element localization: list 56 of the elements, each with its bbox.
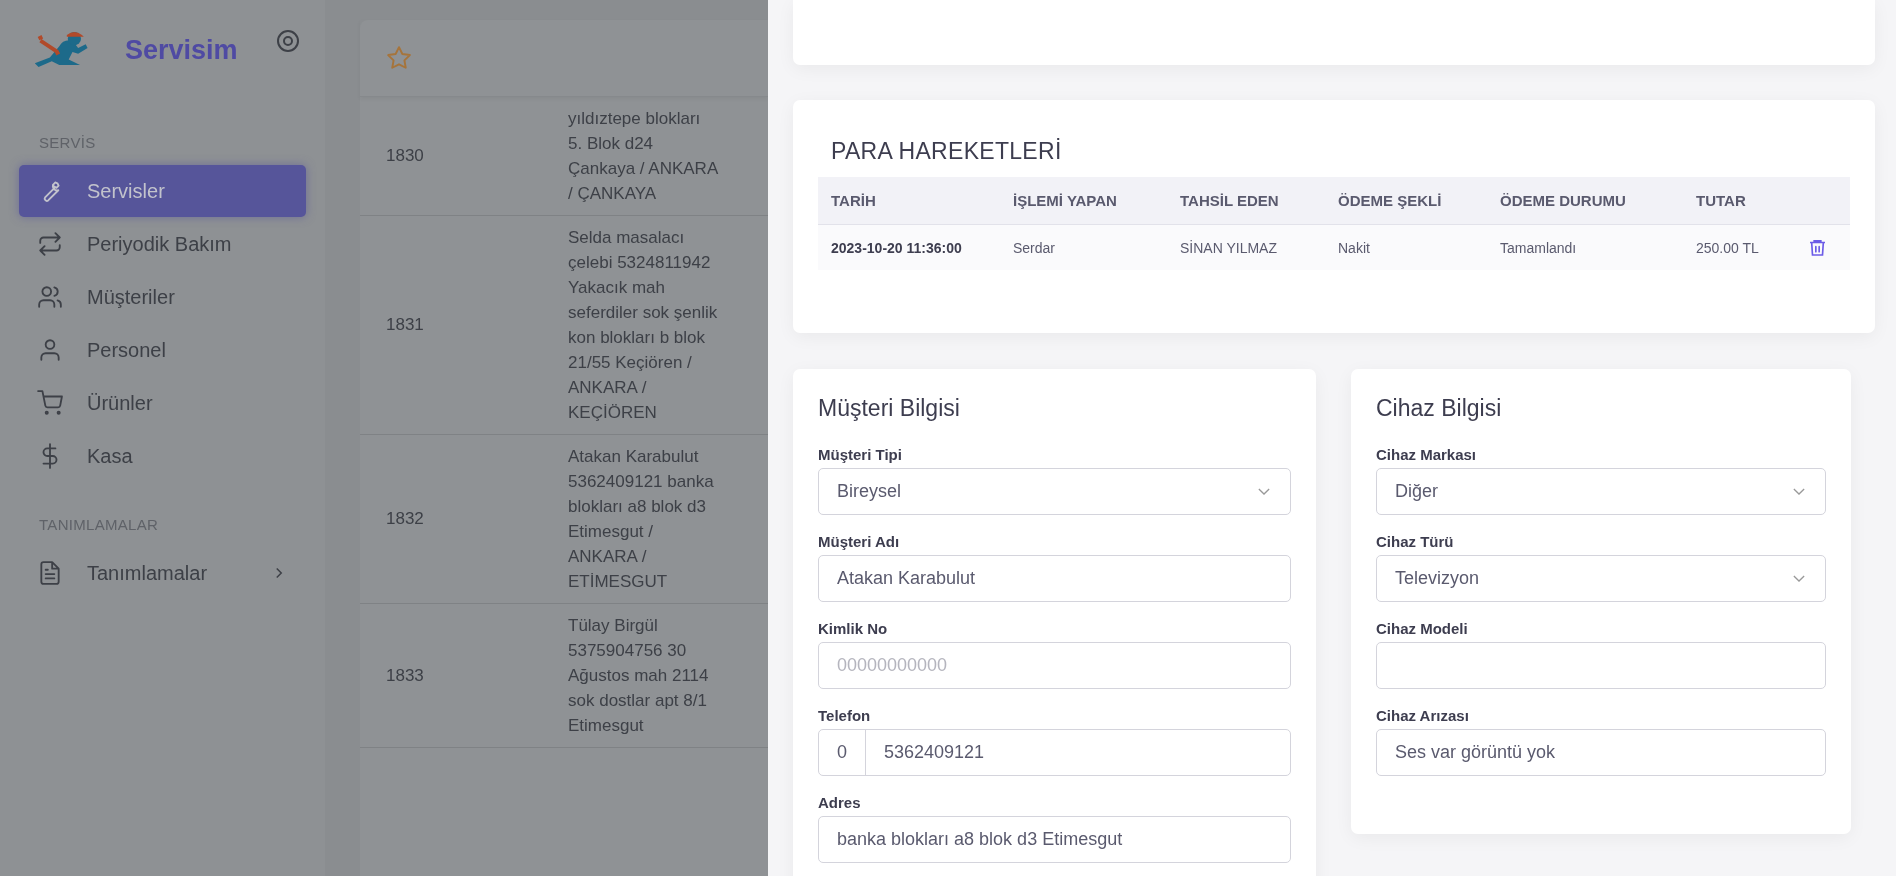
table-cell-text: Serdar (1013, 239, 1057, 256)
table-cell-text: 1830 (386, 146, 425, 166)
user-icon (37, 337, 63, 363)
field-label: Telefon (818, 707, 872, 724)
table-cell-text: Selda masalacı çelebi 5324811942 Yakacık mah seferdiler sok şenlik kon blokları b blok 21/55 Keçiören / ANKARA / KEÇİÖREN (568, 227, 718, 424)
table-cell-text: 1831 (386, 315, 425, 335)
column-header: ÖDEME DURUMU (1500, 192, 1627, 209)
trash-icon[interactable] (1810, 239, 1825, 256)
table-cell-text: Tamamlandı (1500, 239, 1578, 256)
column-header: İŞLEMİ YAPAN (1013, 192, 1118, 209)
chevron-down-icon (1793, 575, 1805, 582)
users-icon (37, 284, 63, 310)
card-title: PARA HAREKETLERİ (831, 138, 1063, 165)
field-label: Cihaz Arızası (1376, 707, 1470, 724)
star-icon[interactable] (386, 45, 412, 71)
field-label: Müşteri Adı (818, 533, 901, 550)
column-header: TUTAR (1696, 192, 1747, 209)
table-cell-text: 1833 (386, 665, 425, 686)
circle-dot-icon[interactable] (276, 29, 300, 53)
select-field[interactable]: Televizyon (1376, 555, 1826, 602)
field-label: Müşteri Tipi (818, 446, 903, 463)
field-label: Adres (818, 794, 862, 811)
file-icon (37, 560, 63, 586)
phone-prefix: 0 (819, 730, 866, 775)
input-field[interactable]: banka blokları a8 blok d3 Etimesgut (818, 816, 1291, 863)
field-label: Kimlik No (818, 620, 889, 637)
chevron-down-icon (1258, 488, 1270, 495)
card-title: Müşteri Bilgisi (818, 395, 961, 422)
chevron-down-icon (1793, 488, 1805, 495)
sidebar-item[interactable]: Servisler (19, 165, 306, 217)
brand-name: Servisim (125, 34, 238, 66)
select-field[interactable]: Bireysel (818, 468, 1291, 515)
input-field[interactable]: Atakan Karabulut (818, 555, 1291, 602)
field-label: Cihaz Türü (1376, 533, 1455, 550)
table-cell-text: 1832 (386, 509, 425, 529)
select-field[interactable]: Diğer (1376, 468, 1826, 515)
repeat-icon (37, 231, 63, 257)
table-cell-text: Nakit (1338, 239, 1371, 256)
table-cell-text: yıldıztepe blokları 5. Blok d24 Çankaya / ANKARA / ÇANKAYA (568, 108, 718, 205)
input-field[interactable]: 00000000000 (818, 642, 1291, 689)
phone-field[interactable]: 5362409121 (866, 729, 1290, 776)
phone-input-group[interactable]: 0 5362409121 (818, 729, 1291, 776)
input-field[interactable] (1376, 642, 1826, 689)
column-header: TARİH (831, 192, 877, 209)
field-label: Cihaz Markası (1376, 446, 1478, 463)
table-cell-text: SİNAN YILMAZ (1180, 239, 1278, 256)
table-cell-text: Atakan Karabulut 5362409121 banka blokları a8 blok d3 Etimesgut / ANKARA / ETİMESGUT (568, 446, 715, 593)
column-header: ÖDEME ŞEKLİ (1338, 192, 1443, 209)
table-cell-text: 250.00 TL (1696, 239, 1760, 256)
input-field[interactable]: Ses var görüntü yok (1376, 729, 1826, 776)
field-label: Cihaz Modeli (1376, 620, 1469, 637)
column-header: TAHSİL EDEN (1180, 192, 1280, 209)
card-title: Cihaz Bilgisi (1376, 395, 1503, 422)
table-cell-text: Tülay Birgül 5375904756 30 Ağustos mah 2114 sok dostlar apt 8/1 Etimesgut (568, 615, 710, 737)
cart-icon (37, 390, 63, 416)
table-cell-text: 2023-10-20 11:36:00 (831, 239, 963, 256)
